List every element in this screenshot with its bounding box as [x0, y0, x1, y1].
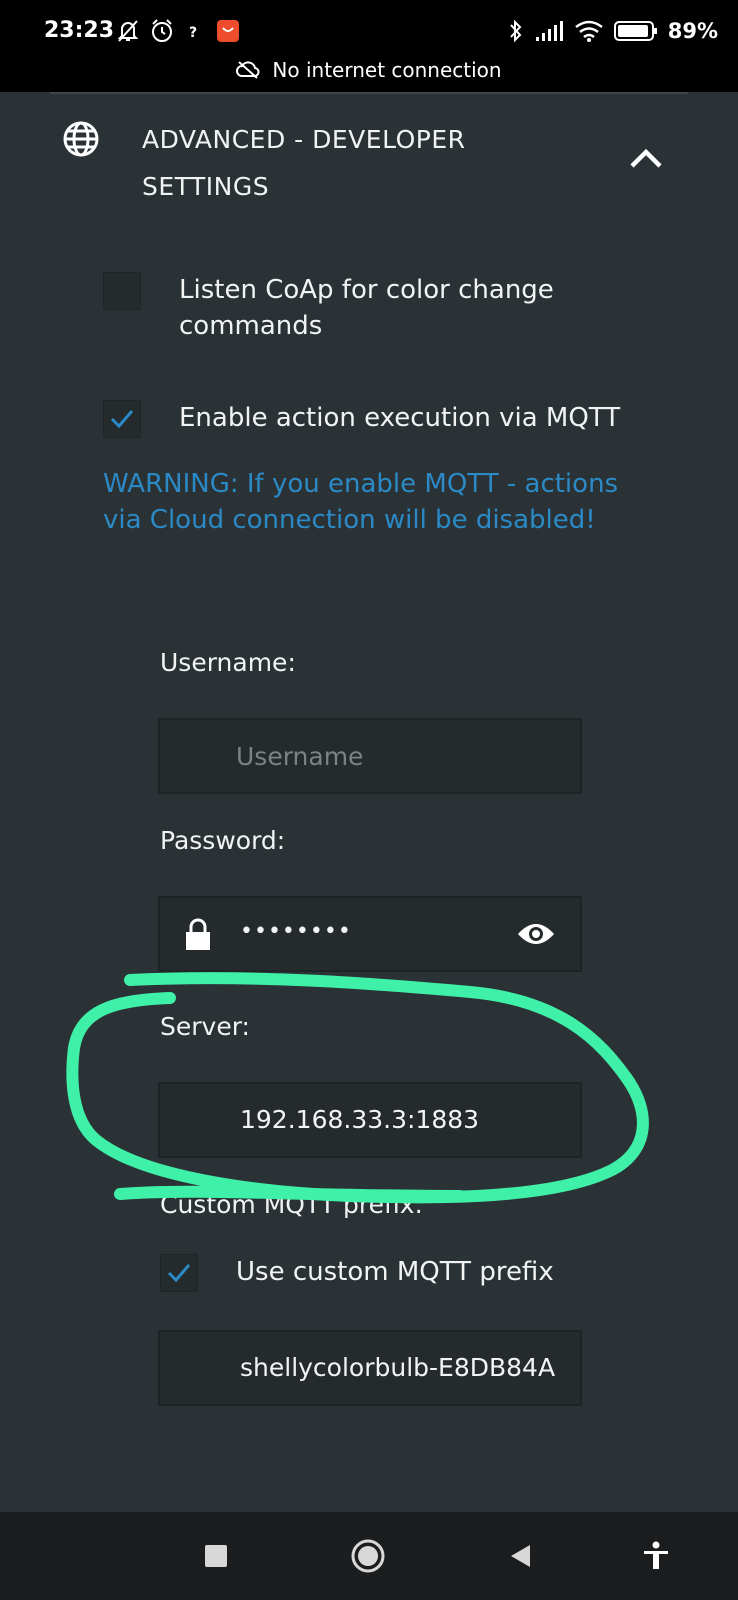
password-label: Password: — [160, 826, 286, 855]
no-internet-notice: No internet connection — [0, 58, 738, 82]
app-notification-icon — [217, 20, 239, 42]
navigation-bar — [0, 1512, 738, 1600]
checkmark-icon — [110, 410, 134, 429]
password-value: •••••••• — [240, 919, 352, 944]
server-input[interactable]: 192.168.33.3:1883 — [158, 1082, 582, 1158]
status-icons-left: ? — [116, 18, 240, 44]
server-label: Server: — [160, 1012, 250, 1041]
mqtt-checkbox[interactable] — [103, 400, 141, 438]
bell-off-icon — [117, 20, 139, 42]
no-internet-text: No internet connection — [272, 58, 502, 82]
status-bar: 23:23 ? 89% No internet connection — [0, 0, 738, 92]
custom-prefix-value: shellycolorbulb-E8DB84A — [240, 1353, 556, 1382]
back-button[interactable] — [480, 1512, 560, 1600]
battery-percent: 89% — [667, 19, 718, 43]
status-icons-right: 89% — [508, 18, 718, 44]
mqtt-checkbox-label: Enable action execution via MQTT — [179, 403, 621, 433]
server-value: 192.168.33.3:1883 — [240, 1105, 480, 1134]
square-icon — [205, 1545, 227, 1567]
username-field-box — [158, 718, 582, 794]
home-button[interactable] — [328, 1512, 408, 1600]
accessibility-button[interactable] — [616, 1512, 696, 1600]
section-header[interactable]: ADVANCED - DEVELOPER SETTINGS — [0, 110, 738, 220]
svg-text:?: ? — [189, 25, 197, 41]
custom-prefix-input[interactable]: shellycolorbulb-E8DB84A — [158, 1330, 582, 1406]
top-divider — [50, 92, 688, 94]
accessibility-icon — [644, 1541, 668, 1569]
recents-button[interactable] — [176, 1512, 256, 1600]
mqtt-warning: WARNING: If you enable MQTT - actions vi… — [103, 469, 619, 535]
wifi-icon — [574, 20, 603, 42]
circle-icon — [351, 1539, 385, 1573]
lock-icon — [186, 918, 210, 950]
custom-prefix-checkbox-label: Use custom MQTT prefix — [236, 1257, 554, 1287]
globe-icon — [63, 121, 99, 157]
custom-prefix-checkbox[interactable] — [160, 1254, 198, 1292]
wifi-unknown-icon: ? — [189, 25, 197, 41]
password-input[interactable]: •••••••• — [158, 896, 582, 972]
username-input[interactable] — [236, 720, 566, 792]
chevron-up-icon[interactable] — [628, 146, 664, 170]
checkmark-icon — [167, 1264, 191, 1283]
alarm-icon — [152, 19, 172, 42]
triangle-back-icon — [511, 1545, 530, 1567]
section-title: ADVANCED - DEVELOPER SETTINGS — [142, 125, 466, 201]
cloud-off-icon — [236, 61, 260, 79]
status-time: 23:23 — [44, 18, 115, 43]
coap-checkbox-label: Listen CoAp for color change commands — [179, 275, 554, 341]
username-label: Username: — [160, 648, 296, 677]
eye-icon[interactable] — [516, 920, 556, 948]
battery-icon — [613, 21, 657, 41]
coap-checkbox[interactable] — [103, 272, 141, 310]
bluetooth-icon — [509, 19, 522, 43]
signal-icon — [535, 21, 563, 41]
custom-prefix-label: Custom MQTT prefix: — [160, 1190, 423, 1219]
